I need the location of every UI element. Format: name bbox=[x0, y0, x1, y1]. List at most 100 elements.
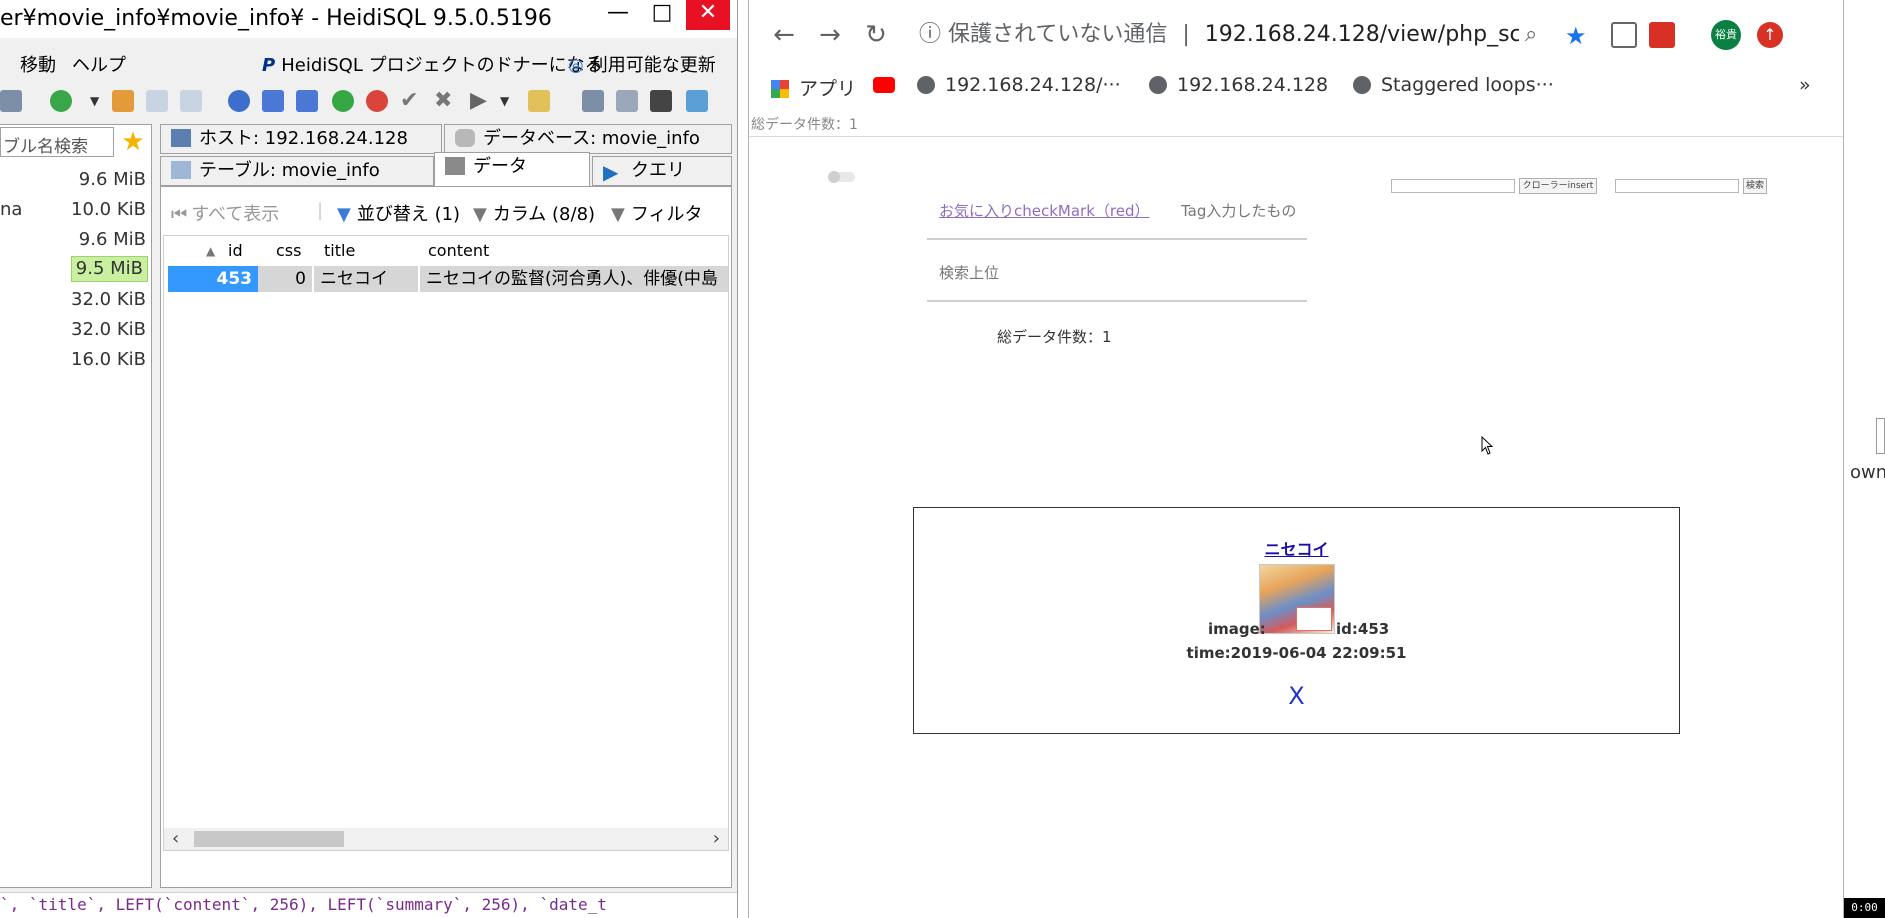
address-bar[interactable]: ⓘ 保護されていない通信 | 192.168.24.128/view/php_s… bbox=[919, 16, 1519, 56]
print-icon[interactable] bbox=[0, 90, 22, 112]
replace-icon[interactable] bbox=[686, 90, 708, 112]
total-count: 総データ件数：1 bbox=[997, 328, 1112, 346]
bookmark-star-icon[interactable]: ★ bbox=[1565, 22, 1591, 50]
update-icon[interactable]: ↑ bbox=[1757, 22, 1783, 48]
grid-icon bbox=[445, 157, 465, 175]
tab-table[interactable]: テーブル: movie_info bbox=[160, 156, 434, 186]
tree-item[interactable]: 9.6 MiB bbox=[0, 165, 150, 195]
tab-host[interactable]: ホスト: 192.168.24.128 bbox=[160, 124, 442, 154]
tab-data[interactable]: データ bbox=[434, 152, 590, 186]
maximize-icon[interactable]: □ bbox=[640, 0, 684, 30]
last-record-icon[interactable] bbox=[296, 90, 318, 112]
heidisql-toolbar: ▼ ✔ ✖ ▶ ▼ bbox=[0, 82, 737, 120]
minimize-icon[interactable]: — bbox=[596, 0, 640, 30]
bookmark-item[interactable]: Staggered loops··· bbox=[1353, 74, 1554, 96]
save-as-icon[interactable] bbox=[616, 90, 638, 112]
delete-record-icon[interactable] bbox=[366, 90, 388, 112]
dropdown-arrow-icon[interactable]: ▼ bbox=[90, 90, 100, 112]
delete-button[interactable]: X bbox=[914, 682, 1679, 710]
horizontal-scrollbar[interactable]: ‹ › bbox=[164, 828, 728, 850]
youtube-icon[interactable] bbox=[873, 74, 895, 96]
search-button[interactable]: 検索 bbox=[1743, 178, 1767, 194]
back-button[interactable]: ← bbox=[767, 20, 801, 50]
broadcast-icon: ◎ bbox=[568, 55, 584, 76]
menu-help[interactable]: ヘルプ bbox=[72, 51, 126, 77]
close-icon[interactable]: ✕ bbox=[686, 0, 730, 30]
columns-button[interactable]: ▼ カラム (8/8) bbox=[473, 200, 595, 226]
crawler-insert-button[interactable]: クローラーinsert bbox=[1519, 178, 1597, 194]
info-icon[interactable]: ⓘ bbox=[919, 22, 941, 47]
search-top-label[interactable]: 検索上位 bbox=[939, 262, 999, 283]
sql-log[interactable]: `, `title`, LEFT(`content`, 256), LEFT(`… bbox=[0, 892, 737, 918]
reload-button[interactable]: ↻ bbox=[859, 20, 893, 50]
bookmark-item[interactable]: 192.168.24.128/··· bbox=[917, 74, 1121, 96]
tag-label[interactable]: Tag入力したもの bbox=[1181, 200, 1296, 221]
show-all-button[interactable]: ⏮ すべて表示 bbox=[171, 200, 279, 226]
crawler-url-input[interactable] bbox=[1391, 179, 1515, 193]
tree-item[interactable]: na 10.0 KiB bbox=[0, 195, 150, 225]
time-label: time:2019-06-04 22:09:51 bbox=[1186, 644, 1407, 662]
toggle-switch[interactable] bbox=[828, 171, 855, 183]
movie-poster-image[interactable] bbox=[1259, 564, 1335, 634]
tab-query[interactable]: ▶ クエリ bbox=[592, 156, 732, 186]
open-folder-icon[interactable] bbox=[528, 90, 550, 112]
user-manager-icon[interactable] bbox=[112, 90, 134, 112]
menu-go[interactable]: 移動 bbox=[20, 51, 56, 77]
binoculars-icon[interactable] bbox=[650, 90, 672, 112]
save-icon[interactable] bbox=[582, 90, 604, 112]
globe-icon bbox=[1149, 76, 1167, 94]
column-header-css[interactable]: css bbox=[276, 241, 301, 260]
search-input[interactable] bbox=[1615, 179, 1739, 193]
heidisql-tabs: ホスト: 192.168.24.128 データベース: movie_info テ… bbox=[160, 124, 732, 186]
play-icon: ▶ bbox=[603, 160, 619, 184]
tab-database[interactable]: データベース: movie_info bbox=[444, 124, 732, 154]
grid-cell-title[interactable]: ニセコイ bbox=[314, 266, 418, 292]
column-header-content[interactable]: content bbox=[428, 241, 489, 260]
zoom-icon[interactable]: ⌕ bbox=[1525, 22, 1551, 48]
run-icon[interactable]: ▶ bbox=[470, 90, 492, 112]
movie-title-link[interactable]: ニセコイ bbox=[914, 536, 1679, 560]
database-icon bbox=[455, 129, 475, 147]
check-icon[interactable]: ✔ bbox=[400, 90, 422, 112]
grid-cell-css[interactable]: 0 bbox=[258, 266, 312, 292]
cancel-icon[interactable]: ✖ bbox=[434, 90, 456, 112]
help-icon[interactable] bbox=[228, 90, 250, 112]
scroll-right-icon[interactable]: › bbox=[713, 828, 720, 850]
donate-link[interactable]: P HeidiSQL プロジェクトのドナーになる bbox=[262, 51, 603, 77]
update-link[interactable]: ◎ 利用可能な更新 bbox=[568, 51, 716, 77]
filter-icon: ▼ bbox=[611, 204, 625, 225]
tree-item[interactable]: 9.6 MiB bbox=[0, 225, 150, 255]
globe-icon bbox=[1353, 76, 1371, 94]
export-icon[interactable] bbox=[146, 90, 168, 112]
tree-item[interactable]: 32.0 KiB bbox=[0, 285, 150, 315]
copy-icon[interactable] bbox=[180, 90, 202, 112]
tree-item[interactable]: 32.0 KiB bbox=[0, 315, 150, 345]
pdf-extension-icon[interactable] bbox=[1649, 22, 1675, 48]
column-header-title[interactable]: title bbox=[324, 241, 355, 260]
refresh-icon[interactable] bbox=[50, 90, 72, 112]
star-icon[interactable]: ★ bbox=[118, 127, 148, 157]
scroll-left-icon[interactable]: ‹ bbox=[172, 828, 179, 850]
bookmark-apps[interactable]: アプリ bbox=[771, 74, 856, 101]
table-search-input[interactable]: ブル名検索 bbox=[0, 127, 114, 157]
table-size-list: 9.6 MiB na 10.0 KiB 9.6 MiB 9.5 MiB 32.0 … bbox=[0, 165, 150, 375]
grid-cell-content[interactable]: ニセコイの監督(河合勇人)、俳優(中島 bbox=[420, 266, 728, 292]
column-header-id[interactable]: id bbox=[228, 241, 243, 260]
run-dropdown-icon[interactable]: ▼ bbox=[500, 90, 510, 112]
filter-button[interactable]: ▼ フィルタ bbox=[611, 200, 702, 226]
bookmark-item[interactable]: 192.168.24.128 bbox=[1149, 74, 1328, 96]
forward-button[interactable]: → bbox=[813, 20, 847, 50]
download-extension-icon[interactable] bbox=[1611, 22, 1637, 48]
scrollbar-thumb[interactable] bbox=[194, 831, 344, 847]
add-record-icon[interactable] bbox=[332, 90, 354, 112]
bookmarks-overflow-button[interactable]: » bbox=[1799, 74, 1811, 96]
first-record-icon[interactable] bbox=[262, 90, 284, 112]
tree-item-selected[interactable]: 9.5 MiB bbox=[0, 255, 150, 285]
favorites-link[interactable]: お気に入りcheckMark（red） bbox=[939, 200, 1150, 221]
tree-item[interactable]: 16.0 KiB bbox=[0, 345, 150, 375]
mouse-cursor-icon bbox=[1481, 436, 1494, 455]
desktop: er¥movie_info¥movie_info¥ - HeidiSQL 9.5… bbox=[0, 0, 1885, 918]
sort-button[interactable]: ▼ 並び替え (1) bbox=[337, 200, 460, 226]
profile-avatar[interactable]: 裕貴 bbox=[1711, 20, 1741, 50]
grid-cell-id[interactable]: 453 bbox=[168, 266, 258, 292]
